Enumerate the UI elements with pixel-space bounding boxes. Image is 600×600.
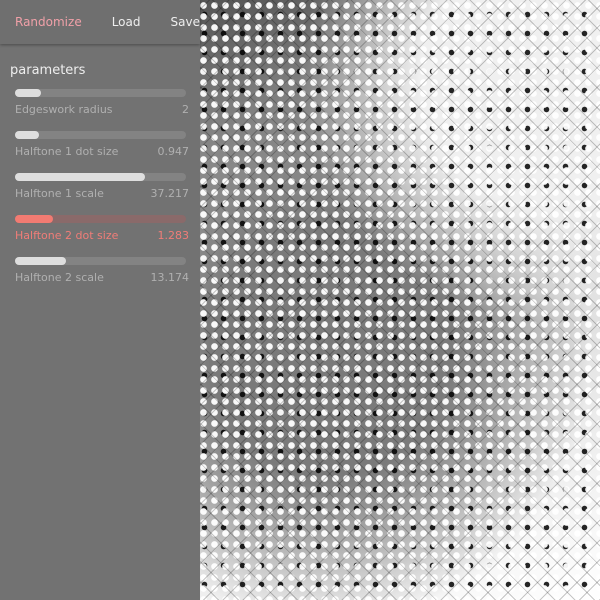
parameter-list: Edgeswork radius 2 Halftone 1 dot size 0… [0,87,200,297]
slider-track[interactable] [15,131,186,139]
slider-track[interactable] [15,89,186,97]
randomize-button[interactable]: Randomize [15,15,82,29]
param-halftone-2-dot-size: Halftone 2 dot size 1.283 [0,213,200,255]
param-label: Halftone 2 scale [15,271,104,284]
save-button[interactable]: Save [171,15,200,29]
param-value: 2 [182,103,189,116]
param-halftone-2-scale: Halftone 2 scale 13.174 [0,255,200,297]
param-label: Halftone 1 dot size [15,145,119,158]
toolbar: Randomize Load Save [0,0,200,44]
load-button[interactable]: Load [112,15,141,29]
slider-track[interactable] [15,215,186,223]
param-label: Halftone 1 scale [15,187,104,200]
param-halftone-1-dot-size: Halftone 1 dot size 0.947 [0,129,200,171]
param-label: Edgeswork radius [15,103,113,116]
param-value: 37.217 [150,187,190,200]
param-value: 0.947 [157,145,190,158]
param-label: Halftone 2 dot size [15,229,119,242]
parameters-panel: Randomize Load Save parameters Edgeswork… [0,0,200,600]
slider-fill[interactable] [15,215,53,223]
param-edgeswork-radius: Edgeswork radius 2 [0,87,200,129]
slider-track[interactable] [15,173,186,181]
slider-fill[interactable] [15,89,41,97]
param-value: 1.283 [157,229,190,242]
param-value: 13.174 [150,271,190,284]
slider-fill[interactable] [15,173,145,181]
slider-fill[interactable] [15,257,67,265]
slider-track[interactable] [15,257,186,265]
param-halftone-1-scale: Halftone 1 scale 37.217 [0,171,200,213]
slider-fill[interactable] [15,131,39,139]
section-title: parameters [10,63,86,78]
